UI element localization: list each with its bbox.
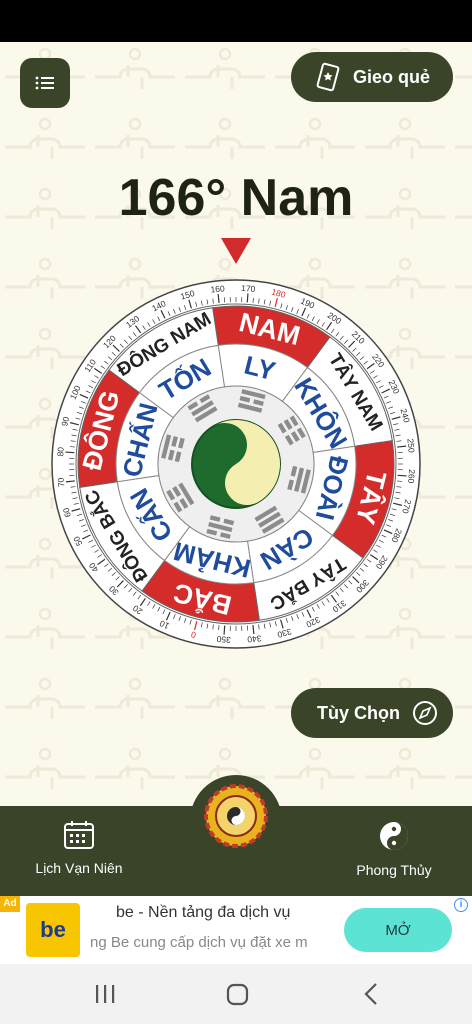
- nav-lich-van-nien-label: Lịch Vạn Niên: [35, 860, 123, 876]
- ad-description: ng Be cung cấp dịch vụ đặt xe m: [90, 934, 308, 951]
- nav-phong-thuy-label: Phong Thủy: [356, 862, 432, 878]
- system-nav-icons: [96, 983, 377, 1006]
- tuy-chon-button[interactable]: Tùy Chọn: [291, 688, 453, 738]
- app-screen: Gieo quẻ 166° Nam 0 10 20 30 40 50 60 70 80 90 100…: [0, 42, 472, 896]
- gieo-que-label: Gieo quẻ: [353, 66, 431, 87]
- ad-banner[interactable]: Ad i be be - Nền tảng đa dịch vụ ng Be c…: [0, 896, 472, 964]
- system-navigation-bar: [0, 964, 472, 1024]
- degree-tick: [246, 293, 249, 303]
- nav-lich-van-nien[interactable]: Lịch Vạn Niên: [30, 820, 128, 876]
- degree-label: 250: [405, 438, 416, 453]
- degree-tick: [223, 625, 226, 635]
- tuy-chon-label: Tùy Chọn: [317, 702, 400, 723]
- home-icon[interactable]: [226, 983, 249, 1006]
- direction-pointer: [221, 238, 251, 264]
- degree-label: 340: [247, 633, 262, 644]
- ad-logo: be: [26, 903, 80, 957]
- list-icon: [35, 76, 54, 90]
- degree-tick: [65, 451, 75, 454]
- yin-yang-icon: [380, 822, 408, 850]
- degree-label: 70: [55, 477, 66, 488]
- degree-label: 160: [210, 283, 225, 294]
- gieo-que-button[interactable]: Gieo quẻ: [291, 52, 453, 102]
- degree-label: 80: [55, 446, 66, 456]
- luo-pan-icon[interactable]: [204, 784, 268, 848]
- info-icon[interactable]: i: [454, 898, 468, 912]
- back-icon[interactable]: [364, 983, 377, 1005]
- menu-button[interactable]: [20, 58, 70, 108]
- ad-badge: Ad: [0, 896, 20, 912]
- ad-open-button[interactable]: MỞ: [344, 908, 452, 952]
- compass-heading: 166° Nam: [118, 169, 354, 227]
- nav-phong-thuy[interactable]: Phong Thủy: [348, 820, 440, 878]
- compass-dial[interactable]: 0102030405060708090100110120130140150 160…: [50, 278, 422, 650]
- degree-label: 170: [241, 283, 256, 294]
- calendar-icon: [64, 821, 94, 849]
- compass-icon: [413, 701, 437, 725]
- ad-title: be - Nền tảng đa dịch vụ: [116, 904, 291, 921]
- card-icon: [316, 62, 340, 92]
- degree-label: 260: [406, 469, 417, 484]
- degree-label: 350: [216, 634, 231, 645]
- status-bar: [0, 0, 472, 42]
- degree-tick: [397, 474, 407, 477]
- recents-icon[interactable]: [96, 985, 115, 1003]
